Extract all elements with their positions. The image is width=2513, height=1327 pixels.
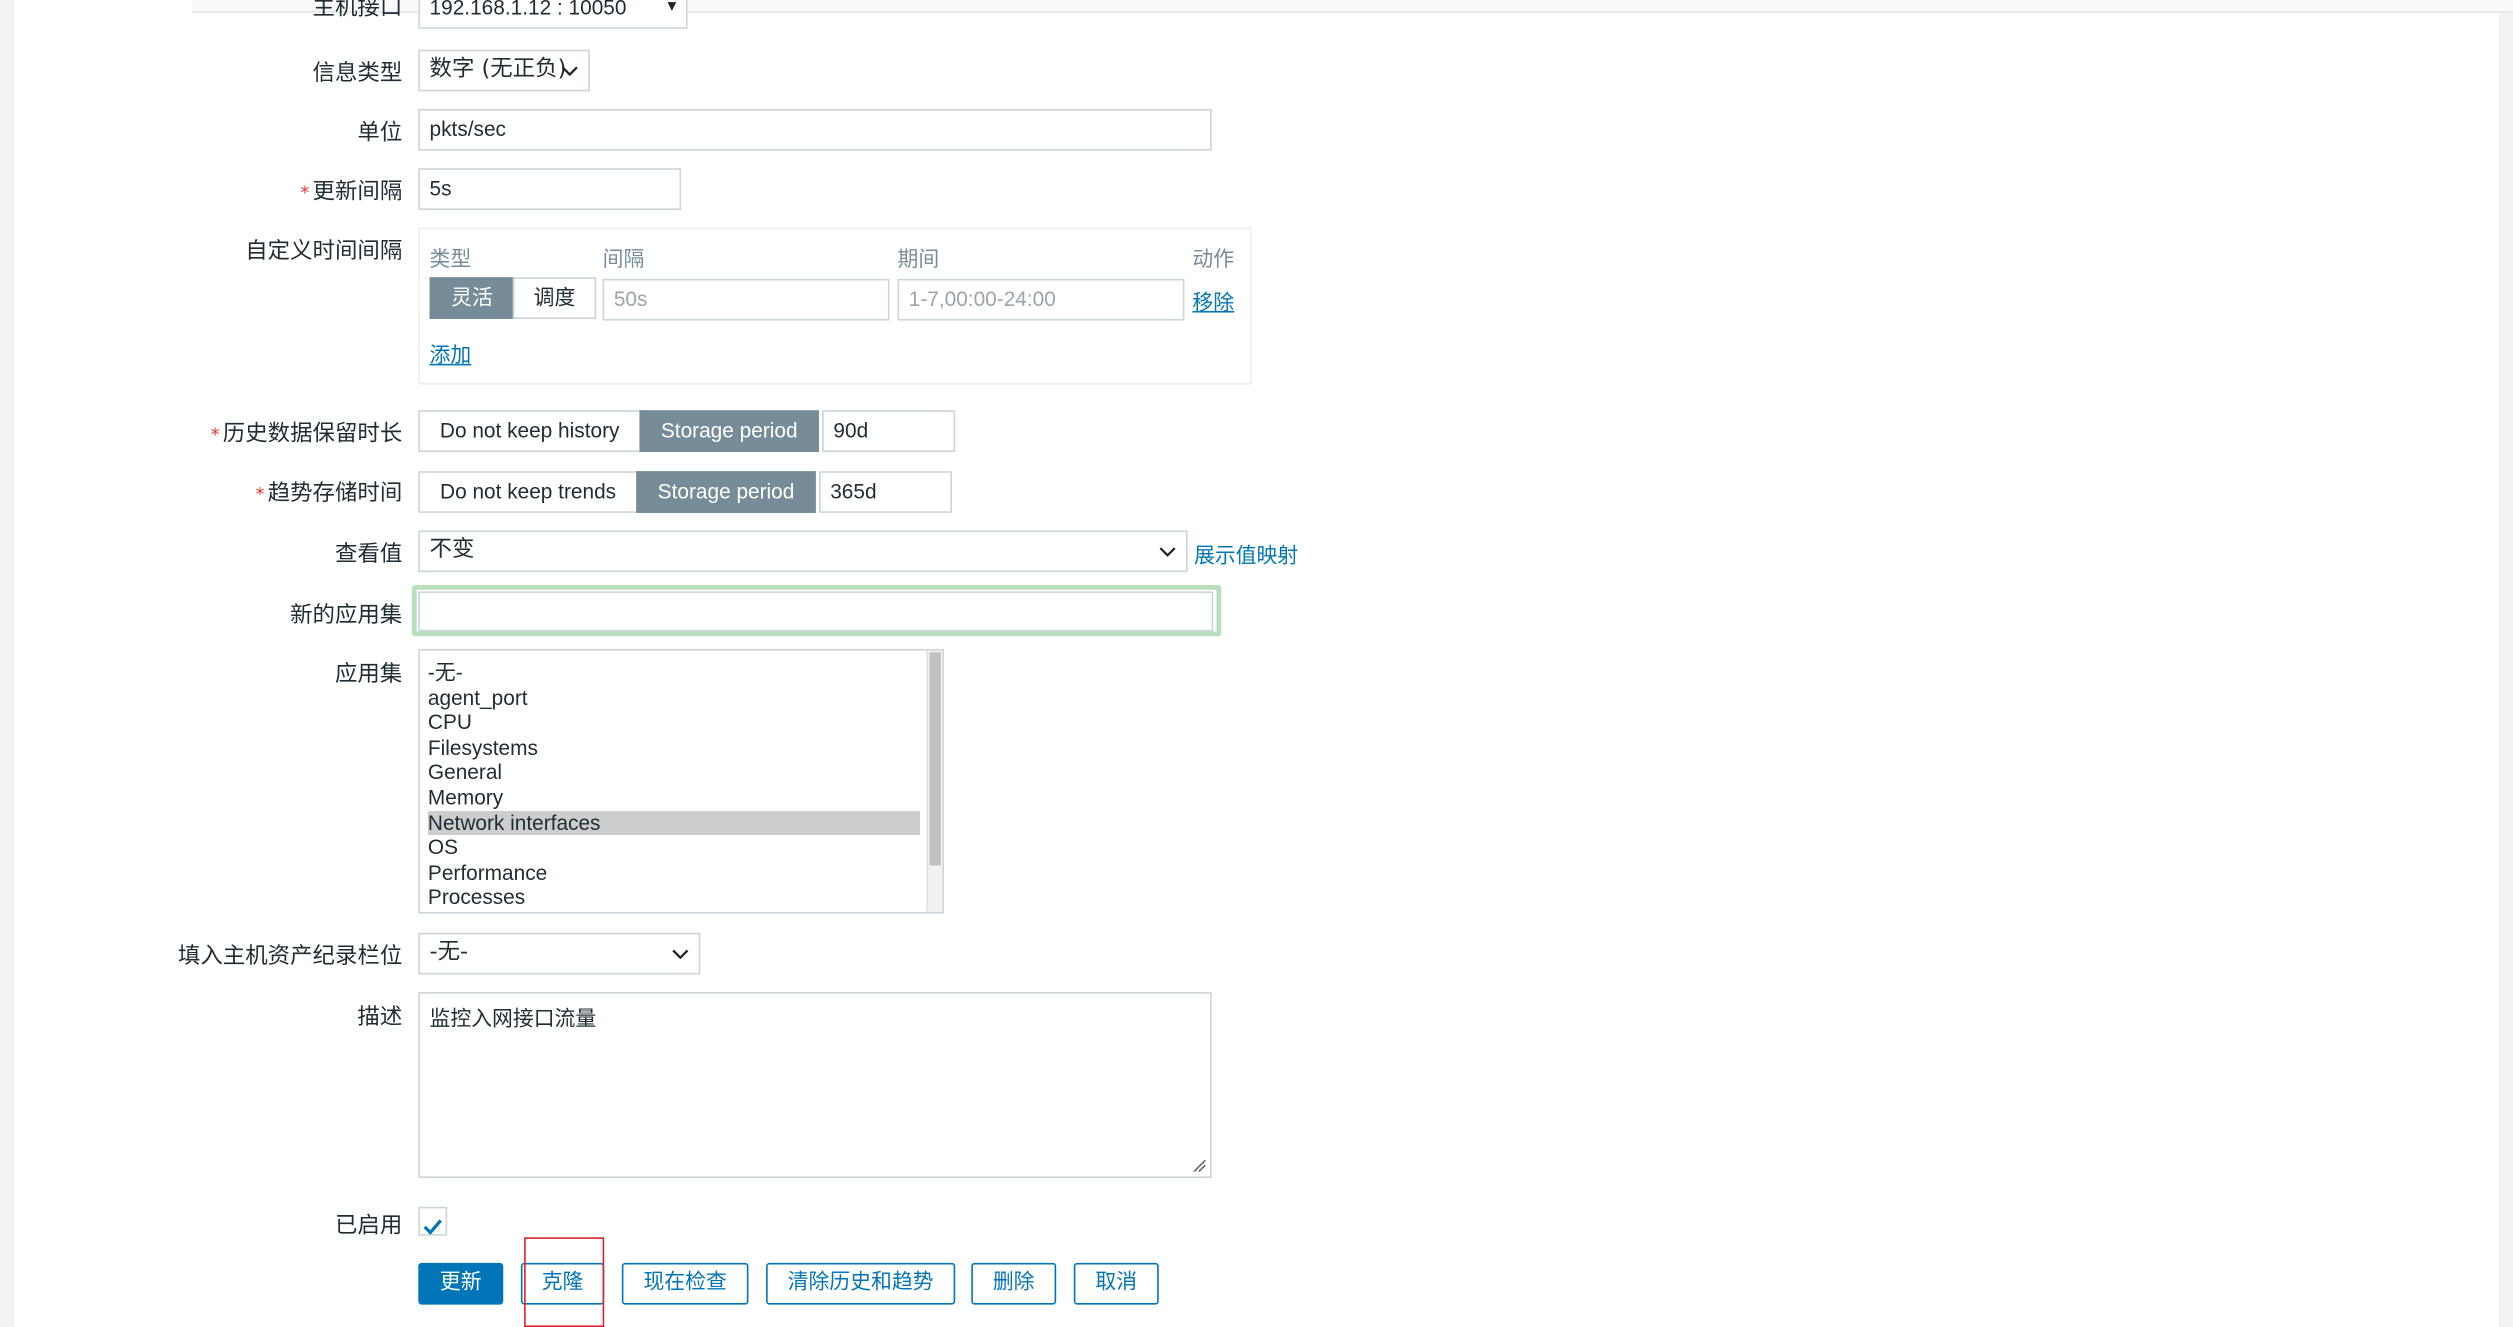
add-interval-link[interactable]: 添加 xyxy=(430,338,472,369)
chevron-down-icon xyxy=(561,51,579,102)
inventory-field-select[interactable]: -无- xyxy=(418,932,701,975)
show-value-select[interactable]: 不变 xyxy=(418,530,1188,573)
new-application-input[interactable] xyxy=(418,591,1214,632)
new-application-label: 新的应用集 xyxy=(290,602,403,629)
update-interval-input[interactable]: 5s xyxy=(418,168,682,210)
trends-do-not-keep-button[interactable]: Do not keep trends xyxy=(418,471,638,513)
list-item-selected[interactable]: Network interfaces xyxy=(427,810,920,836)
col-header-interval: 间隔 xyxy=(602,248,645,273)
custom-intervals-label: 自定义时间间隔 xyxy=(245,238,403,265)
col-header-type: 类型 xyxy=(429,248,472,273)
list-item[interactable]: Performance xyxy=(428,860,920,885)
page: 主机接口 192.168.1.12 : 10050 ▾ 信息类型 数字 (无正负… xyxy=(0,0,2513,1327)
host-interface-value: 192.168.1.12 : 10050 xyxy=(429,0,627,20)
show-value-value: 不变 xyxy=(429,536,475,563)
update-interval-label-text: 更新间隔 xyxy=(312,179,403,206)
value-mapping-link[interactable]: 展示值映射 xyxy=(1194,539,1298,569)
clear-history-button[interactable]: 清除历史和趋势 xyxy=(766,1262,956,1305)
chevron-down-icon xyxy=(1159,532,1177,583)
chevron-down-icon: ▾ xyxy=(667,0,677,17)
check-now-button[interactable]: 现在检查 xyxy=(621,1262,749,1305)
trends-label-text: 趋势存储时间 xyxy=(267,480,403,507)
highlight-frame xyxy=(524,1237,605,1327)
inventory-field-label: 填入主机资产纪录栏位 xyxy=(177,943,403,970)
description-label: 描述 xyxy=(357,1004,403,1031)
required-mark: * xyxy=(255,484,265,505)
applications-listbox[interactable]: -无- agent_port CPU Filesystems General M… xyxy=(418,649,944,914)
interval-input[interactable]: 50s xyxy=(602,278,890,321)
history-period-input[interactable]: 90d xyxy=(822,410,956,452)
delete-button[interactable]: 删除 xyxy=(971,1262,1057,1305)
history-label-text: 历史数据保留时长 xyxy=(222,421,403,448)
list-item[interactable]: Memory xyxy=(428,785,920,810)
description-textarea[interactable]: 监控入网接口流量 xyxy=(418,992,1212,1178)
list-item[interactable]: OS xyxy=(428,835,920,860)
applications-options: -无- agent_port CPU Filesystems General M… xyxy=(427,660,920,910)
list-item[interactable]: -无- xyxy=(428,660,920,685)
chevron-down-icon xyxy=(672,934,690,985)
list-item[interactable]: agent_port xyxy=(428,685,920,710)
enabled-label: 已启用 xyxy=(334,1213,403,1239)
col-header-period: 期间 xyxy=(897,248,940,273)
history-label: * 历史数据保留时长 xyxy=(211,417,403,449)
list-item[interactable]: CPU xyxy=(428,710,920,735)
required-mark: * xyxy=(300,182,310,204)
update-interval-label: * 更新间隔 xyxy=(301,175,403,207)
checkmark-icon xyxy=(423,1219,442,1235)
units-input[interactable]: pkts/sec xyxy=(418,108,1212,151)
list-item[interactable]: Processes xyxy=(428,885,920,910)
host-interface-select[interactable]: 192.168.1.12 : 10050 ▾ xyxy=(418,0,688,29)
left-edge xyxy=(0,0,15,1327)
required-mark: * xyxy=(210,424,220,446)
history-do-not-keep-button[interactable]: Do not keep history xyxy=(418,410,642,452)
info-type-label: 信息类型 xyxy=(312,60,403,87)
period-input[interactable]: 1-7,00:00-24:00 xyxy=(897,278,1185,321)
enabled-checkbox[interactable] xyxy=(418,1206,448,1236)
applications-label: 应用集 xyxy=(334,661,403,688)
update-button[interactable]: 更新 xyxy=(418,1262,504,1305)
units-label: 单位 xyxy=(357,120,403,146)
cancel-button[interactable]: 取消 xyxy=(1073,1262,1159,1305)
list-item[interactable]: General xyxy=(428,760,920,785)
host-interface-label: 主机接口 xyxy=(312,0,403,21)
resize-handle-icon[interactable] xyxy=(1192,1159,1206,1173)
scrollbar-track[interactable] xyxy=(926,650,943,912)
period-placeholder: 1-7,00:00-24:00 xyxy=(908,286,1056,311)
right-edge xyxy=(2498,0,2513,1327)
info-type-value: 数字 (无正负) xyxy=(429,56,567,82)
show-value-label: 查看值 xyxy=(334,541,403,568)
info-type-select[interactable]: 数字 (无正负) xyxy=(418,49,590,92)
trends-period-input[interactable]: 365d xyxy=(818,471,953,513)
scrollbar-thumb[interactable] xyxy=(929,652,941,866)
trends-storage-period-button[interactable]: Storage period xyxy=(636,471,816,513)
inventory-field-value: -无- xyxy=(429,939,469,965)
trends-label: * 趋势存储时间 xyxy=(256,476,403,508)
custom-intervals-table: 类型 间隔 期间 动作 灵活 调度 50s 1-7,00:00-24:00 移除… xyxy=(418,227,1252,385)
type-flexible-button[interactable]: 灵活 xyxy=(429,277,515,319)
remove-link[interactable]: 移除 xyxy=(1192,285,1234,316)
list-item[interactable]: Filesystems xyxy=(428,735,920,760)
description-text: 监控入网接口流量 xyxy=(429,1008,597,1033)
col-header-action: 动作 xyxy=(1192,248,1235,273)
interval-placeholder: 50s xyxy=(613,286,648,311)
history-storage-period-button[interactable]: Storage period xyxy=(639,410,819,452)
type-scheduling-button[interactable]: 调度 xyxy=(512,277,597,319)
